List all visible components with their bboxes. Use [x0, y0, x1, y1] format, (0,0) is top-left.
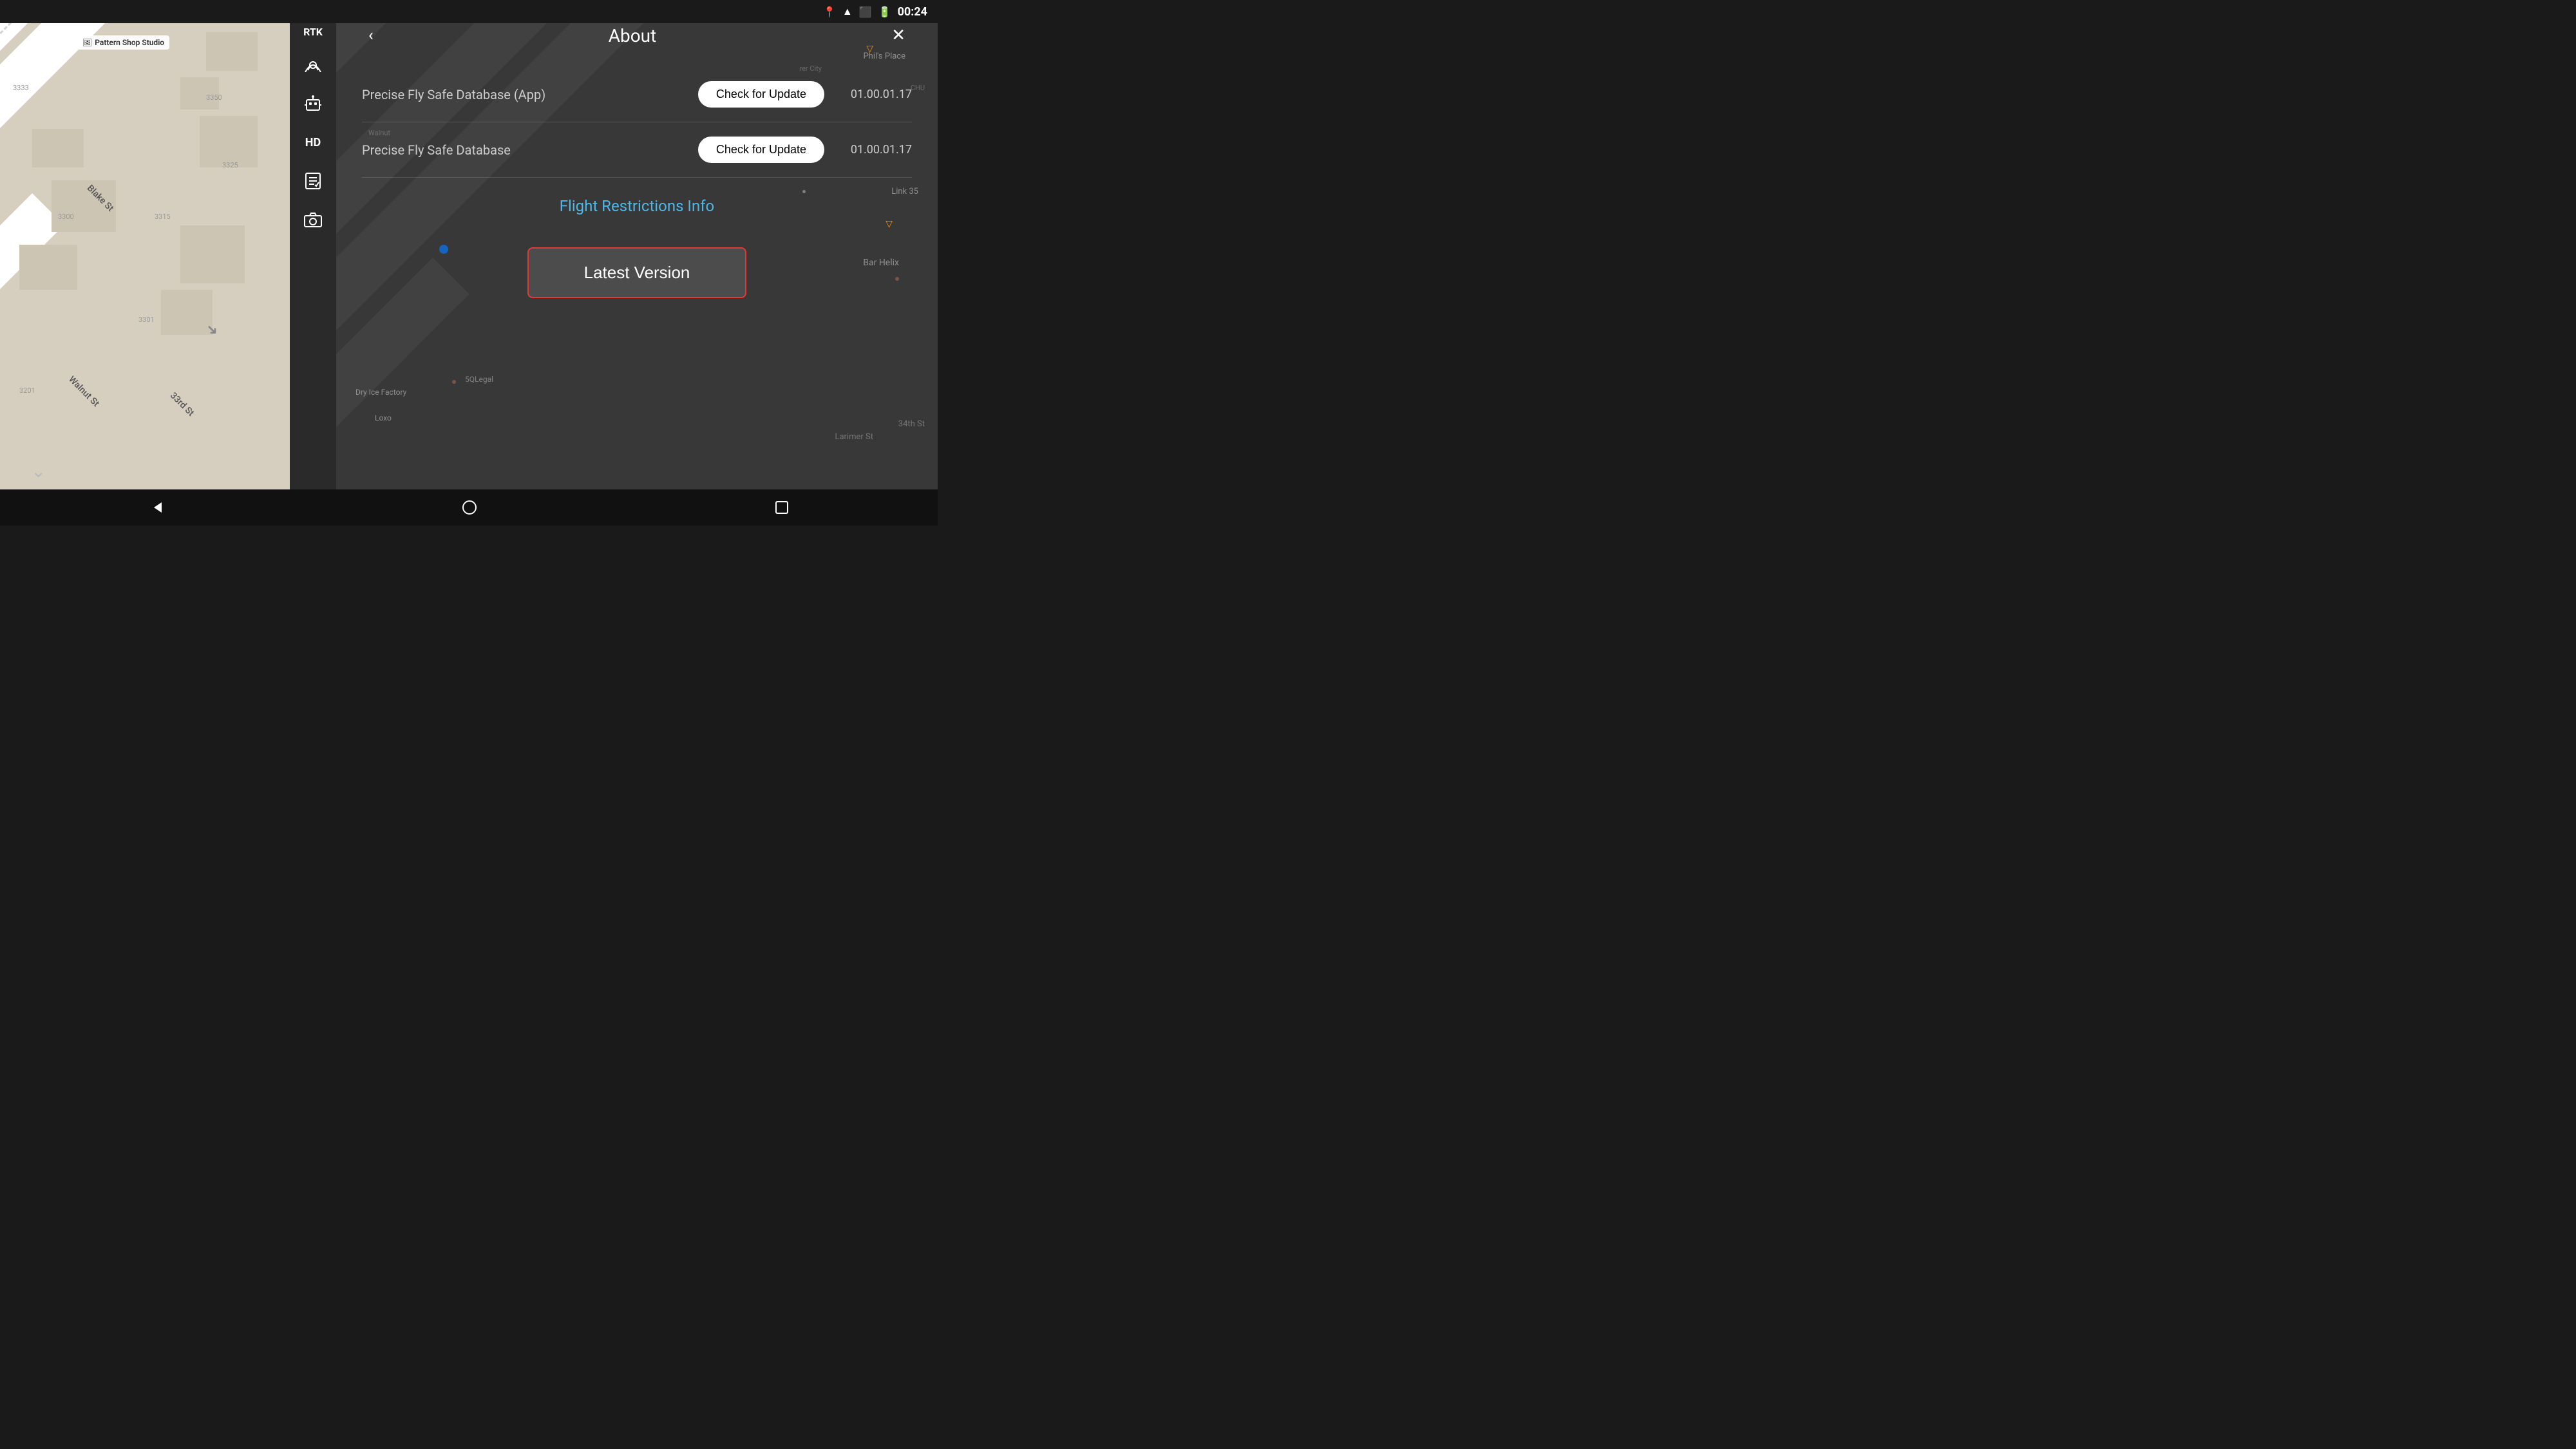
map-num-3350: 3350 [206, 93, 222, 102]
map-dot-brown-1 [452, 380, 456, 384]
map-num-3300: 3300 [58, 213, 74, 221]
status-bar: 📍 ▲ ⬛ 🔋 00:24 [0, 0, 938, 23]
database-app-version: 01.00.01.17 [835, 88, 912, 101]
robot-icon[interactable] [299, 90, 327, 118]
place-name-text: Pattern Shop Studio [95, 38, 164, 47]
building-1 [32, 129, 84, 167]
database-app-label: Precise Fly Safe Database (App) [362, 87, 698, 102]
close-button[interactable]: ✕ [885, 23, 912, 48]
camera-icon[interactable] [299, 205, 327, 234]
battery-icon: 🔋 [878, 6, 891, 18]
recents-nav-button[interactable] [762, 495, 802, 520]
building-6 [200, 116, 258, 167]
database-row: Precise Fly Safe Database Check for Upda… [362, 122, 912, 178]
hd-icon[interactable]: HD [299, 128, 327, 156]
main-content: 🖼 Pattern Shop Studio Blake St Walnut St… [0, 0, 938, 526]
map-num-3333: 3333 [13, 84, 29, 92]
latest-version-container: Latest Version [362, 234, 912, 311]
database-app-controls: Check for Update 01.00.01.17 [698, 81, 912, 108]
back-nav-button[interactable] [136, 495, 177, 520]
chu-label: CHU [911, 84, 925, 92]
screen: 📍 ▲ ⬛ 🔋 00:24 [0, 0, 938, 526]
panel-title: About [380, 25, 885, 46]
panel-header: ‹ About ✕ [362, 23, 912, 48]
larimer-st-label: Larimer St [835, 432, 873, 442]
status-time: 00:24 [898, 5, 927, 19]
latest-version-button[interactable]: Latest Version [527, 247, 746, 298]
dry-ice-label: Dry Ice Factory [355, 388, 406, 397]
pattern-shop-label: 🖼 Pattern Shop Studio [77, 35, 169, 50]
rtk-label: RTK [303, 26, 323, 38]
building-3 [19, 245, 77, 290]
flight-restrictions-row: Flight Restrictions Info [362, 178, 912, 234]
building-5 [206, 32, 258, 71]
loxo-label: Loxo [375, 413, 392, 422]
sidebar: RTK HD [290, 0, 336, 526]
signal-icon[interactable] [299, 51, 327, 79]
map-area: 🖼 Pattern Shop Studio Blake St Walnut St… [0, 0, 290, 526]
check-update-app-button[interactable]: Check for Update [698, 81, 824, 108]
building-7 [180, 225, 245, 283]
nav-bar [0, 489, 938, 526]
checklist-icon[interactable] [299, 167, 327, 195]
check-update-button[interactable]: Check for Update [698, 137, 824, 163]
location-icon: 📍 [823, 6, 836, 18]
flight-restrictions-link[interactable]: Flight Restrictions Info [560, 197, 715, 215]
database-app-row: Precise Fly Safe Database (App) Check fo… [362, 67, 912, 122]
about-panel: Phil's Place rer City CHU Link 35 Bar He… [336, 0, 938, 526]
database-label: Precise Fly Safe Database [362, 142, 698, 158]
back-button[interactable]: ‹ [362, 23, 380, 48]
34th-st-label: 34th St [898, 419, 925, 429]
cast-icon: ⬛ [859, 6, 872, 18]
database-version: 01.00.01.17 [835, 143, 912, 156]
5qlegal-label: 5QLegal [465, 375, 493, 384]
chevron-down-icon[interactable]: ⌄ [31, 460, 46, 482]
wifi-icon: ▲ [842, 5, 853, 18]
map-num-3325: 3325 [222, 161, 238, 169]
map-num-3301: 3301 [138, 316, 155, 324]
map-num-3201: 3201 [19, 386, 35, 395]
map-roads [0, 0, 290, 526]
map-num-3315: 3315 [155, 213, 171, 221]
home-nav-button[interactable] [449, 495, 490, 520]
database-controls: Check for Update 01.00.01.17 [698, 137, 912, 163]
status-icons: 📍 ▲ ⬛ 🔋 00:24 [823, 5, 927, 19]
